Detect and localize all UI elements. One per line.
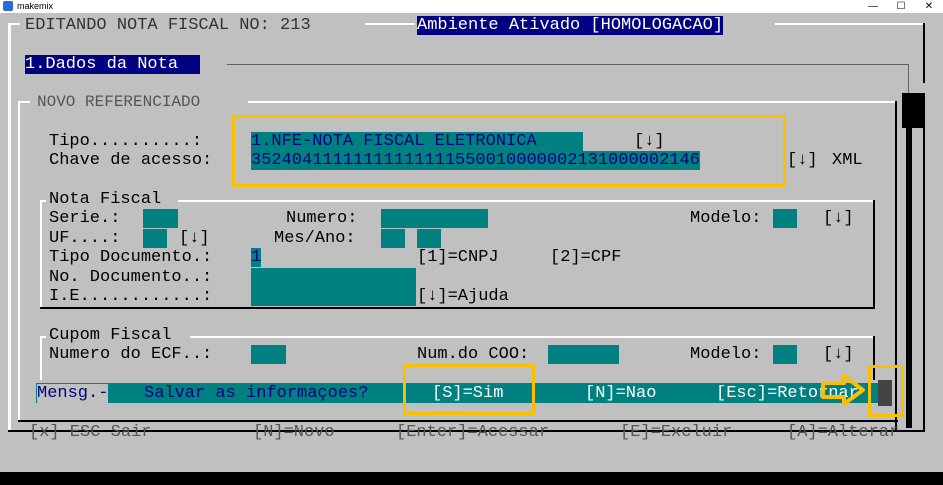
cf-frame-left (40, 336, 42, 380)
tab-line-right (908, 64, 909, 94)
nf-frame-right (873, 200, 875, 308)
tab-dados-da-nota[interactable]: 1.Dados da Nota (25, 55, 201, 74)
nf-frame-left (40, 200, 42, 308)
footer-excluir[interactable]: [E]=Excluir (620, 423, 732, 442)
ie-input[interactable] (251, 287, 416, 306)
cpf-option: [2]=CPF (550, 248, 622, 267)
footer-novo[interactable]: [N]=Novo (253, 423, 335, 442)
frame-right (923, 23, 925, 83)
scrollbar-track[interactable] (906, 128, 912, 428)
highlight-box-cursor (868, 365, 904, 417)
ajuda-button[interactable]: [↓]=Ajuda (417, 287, 509, 306)
tipo-documento-input[interactable]: 1 (251, 248, 262, 267)
nf-frame-top-left (40, 200, 46, 202)
numero-label: Numero: (286, 209, 358, 228)
nf-modelo-dropdown-button[interactable]: [↓] (823, 209, 854, 228)
ecf-label: Numero do ECF..: (49, 345, 213, 364)
frame-top-mid (365, 23, 415, 25)
cf-frame-top (190, 336, 874, 338)
footer-acessar[interactable]: [Enter]=Acessar (396, 423, 549, 442)
console-screen: EDITANDO NOTA FISCAL NO: 213 Ambiente At… (0, 13, 943, 485)
nf-modelo-label: Modelo: (690, 209, 762, 228)
uf-dropdown-button[interactable]: [↓] (179, 229, 210, 248)
nf-modelo-input[interactable] (773, 209, 797, 228)
numero-input[interactable] (381, 209, 488, 228)
section-title: NOVO REFERENCIADO (37, 93, 201, 111)
frame-left (8, 23, 11, 431)
cf-modelo-dropdown-button[interactable]: [↓] (823, 345, 854, 364)
section-frame-bottom (18, 420, 898, 422)
window-title: makemix (17, 1, 54, 11)
coo-input[interactable] (548, 345, 619, 364)
tipo-documento-label: Tipo Documento.: (49, 248, 213, 267)
header-title: EDITANDO NOTA FISCAL NO: 213 (25, 16, 311, 35)
tab-line (227, 64, 909, 65)
frame-top-right (775, 23, 925, 25)
no-documento-input[interactable] (251, 268, 416, 287)
footer-esc-sair[interactable]: [x] ESC Sair (29, 423, 151, 442)
frame-right-lower (923, 128, 925, 431)
environment-badge: Ambiente Ativado [HOMOLOGACAO] (417, 16, 724, 35)
app-icon (3, 1, 13, 11)
maximize-button[interactable]: ☐ (887, 0, 915, 13)
scrollbar-thumb[interactable] (902, 93, 925, 128)
nao-button[interactable]: [N]=Nao (585, 384, 656, 403)
xml-button[interactable]: XML (832, 151, 863, 170)
uf-input[interactable] (143, 229, 167, 248)
mes-ano-label: Mes/Ano: (274, 229, 356, 248)
tipo-label: Tipo..........: (49, 132, 203, 151)
serie-input[interactable] (143, 209, 178, 228)
console-bottom-edge (0, 472, 943, 485)
section-frame-top-left (18, 101, 30, 103)
highlight-box-tipo-chave (232, 115, 786, 187)
cf-frame-top-left (40, 336, 46, 338)
serie-label: Serie.: (49, 209, 121, 228)
chave-dropdown-button[interactable]: [↓] (787, 151, 818, 170)
mes-input[interactable] (381, 229, 405, 248)
ecf-input[interactable] (251, 345, 286, 364)
arrow-right-icon (821, 374, 865, 406)
message-prefix: Mensg.- (37, 384, 109, 403)
ano-input[interactable] (417, 229, 441, 248)
cupom-fiscal-title: Cupom Fiscal (49, 326, 172, 345)
cf-modelo-label: Modelo: (690, 345, 762, 364)
cnpj-option: [1]=CNPJ (417, 248, 499, 267)
footer-alterar[interactable]: [A]=Alterar (787, 423, 899, 442)
chave-label: Chave de acesso: (49, 151, 213, 170)
highlight-box-sim (403, 364, 535, 415)
no-documento-label: No. Documento..: (49, 268, 213, 287)
nota-fiscal-title: Nota Fiscal (49, 190, 162, 209)
cf-modelo-input[interactable] (773, 345, 797, 364)
close-button[interactable]: ✕ (915, 0, 943, 13)
section-frame-top (248, 101, 896, 103)
nf-frame-top (178, 200, 874, 202)
message-text: Salvar as informaçoes? (144, 384, 369, 403)
window-title-bar: makemix — ☐ ✕ (0, 0, 943, 13)
minimize-button[interactable]: — (859, 0, 887, 13)
nf-frame-bottom (40, 307, 875, 309)
uf-label: UF....: (49, 229, 121, 248)
coo-label: Num.do COO: (417, 345, 530, 364)
ie-label: I.E............: (49, 287, 213, 306)
section-frame-left (18, 101, 20, 421)
frame-top-left (8, 23, 20, 25)
